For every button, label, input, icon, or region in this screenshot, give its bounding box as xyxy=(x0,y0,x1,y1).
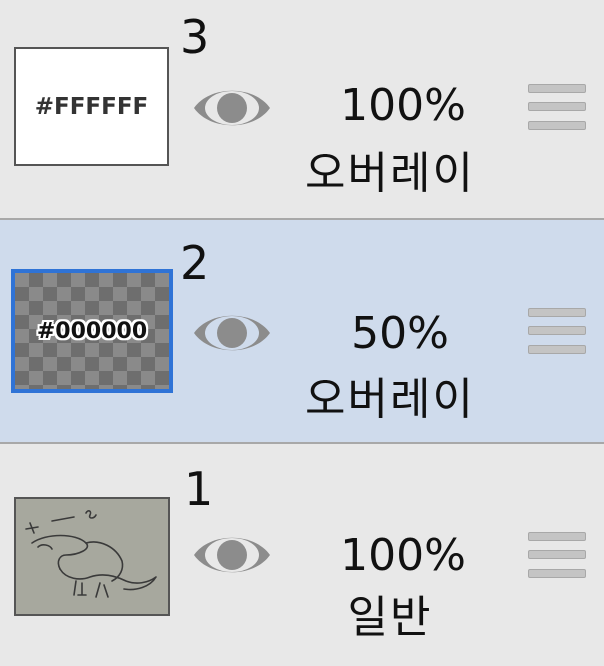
layer-thumbnail[interactable] xyxy=(14,497,170,616)
layer-panel: 3 #FFFFFF 100% 오버레이 2 #000000 50% 오버레이 1… xyxy=(0,0,604,666)
layer-row-1[interactable]: 1 100% 일반 xyxy=(0,444,604,666)
drag-handle-icon[interactable] xyxy=(528,84,586,134)
layer-opacity[interactable]: 100% xyxy=(293,84,513,128)
visibility-eye-icon[interactable] xyxy=(192,83,272,133)
layer-blend-mode[interactable]: 오버레이 xyxy=(280,378,500,422)
layer-thumbnail[interactable]: #000000 xyxy=(11,269,173,393)
layer-thumbnail[interactable]: #FFFFFF xyxy=(14,47,169,166)
thumbnail-color-label: #000000 xyxy=(36,318,148,344)
layer-row-2[interactable]: 2 #000000 50% 오버레이 xyxy=(0,218,604,444)
drag-handle-icon[interactable] xyxy=(528,308,586,358)
visibility-eye-icon[interactable] xyxy=(192,308,272,358)
layer-row-3[interactable]: 3 #FFFFFF 100% 오버레이 xyxy=(0,0,604,218)
thumbnail-color-label: #FFFFFF xyxy=(34,93,149,120)
layer-opacity[interactable]: 100% xyxy=(293,534,513,578)
sketch-drawing xyxy=(25,510,157,598)
visibility-eye-icon[interactable] xyxy=(192,530,272,580)
layer-number: 2 xyxy=(180,236,210,290)
layer-blend-mode[interactable]: 일반 xyxy=(280,596,500,640)
drag-handle-icon[interactable] xyxy=(528,532,586,582)
layer-number: 1 xyxy=(184,462,214,516)
layer-blend-mode[interactable]: 오버레이 xyxy=(280,152,500,196)
layer-number: 3 xyxy=(180,10,210,64)
layer-opacity[interactable]: 50% xyxy=(290,312,510,356)
